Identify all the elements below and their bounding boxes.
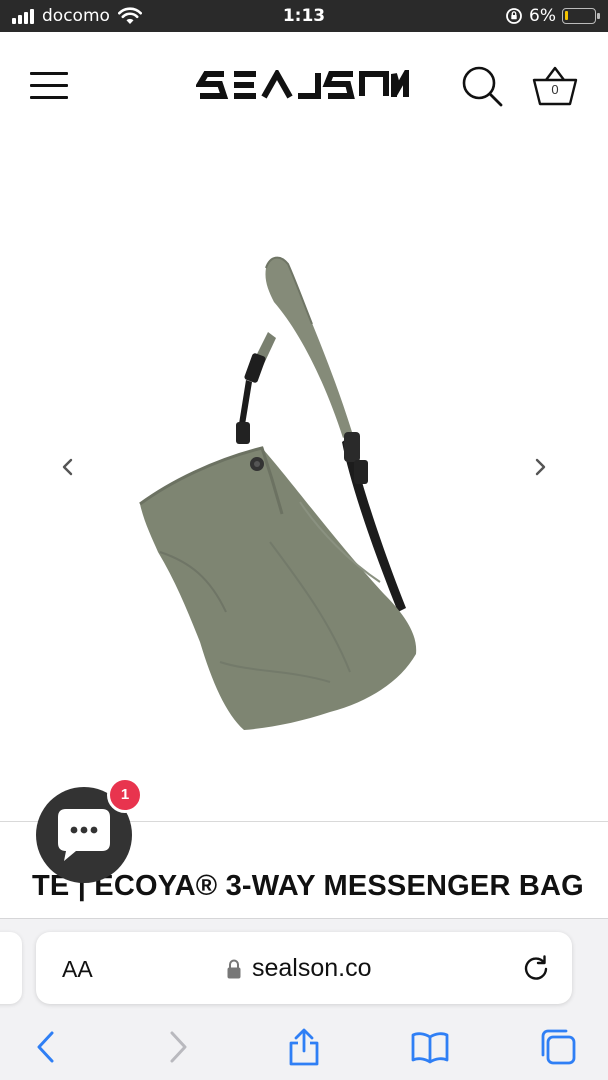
url-text: sealson.co <box>252 954 372 982</box>
site-header: 0 <box>0 32 608 142</box>
forward-icon[interactable] <box>158 1027 198 1067</box>
search-icon[interactable] <box>460 64 504 108</box>
previous-image-arrow-icon[interactable] <box>56 455 80 479</box>
cart-count: 0 <box>551 82 559 97</box>
tabs-icon[interactable] <box>538 1027 578 1067</box>
previous-tab-peek[interactable] <box>0 932 22 1004</box>
orientation-lock-icon <box>506 8 522 24</box>
messenger-bag-image <box>139 256 417 730</box>
bookmarks-icon[interactable] <box>410 1027 450 1067</box>
product-image[interactable] <box>0 142 608 822</box>
reload-icon[interactable] <box>520 952 552 984</box>
browser-toolbar <box>0 1021 608 1073</box>
logo[interactable] <box>196 70 412 100</box>
hamburger-menu-icon[interactable] <box>30 70 70 102</box>
back-icon[interactable] <box>26 1027 66 1067</box>
share-icon[interactable] <box>284 1027 324 1067</box>
battery-icon <box>562 8 600 24</box>
chat-notification-badge: 1 <box>107 777 143 813</box>
url-display[interactable]: sealson.co <box>226 954 372 983</box>
lock-icon <box>227 959 241 978</box>
address-bar[interactable]: AA sealson.co <box>36 932 572 1004</box>
next-image-arrow-icon[interactable] <box>528 455 552 479</box>
battery-percent: 6% <box>529 6 556 26</box>
browser-bottom-bar: AA sealson.co <box>0 918 608 1080</box>
status-bar: docomo 1:13 6% <box>0 0 608 32</box>
cart-button[interactable]: 0 <box>530 62 580 110</box>
status-right: 6% <box>505 6 600 26</box>
text-size-button[interactable]: AA <box>62 956 93 983</box>
